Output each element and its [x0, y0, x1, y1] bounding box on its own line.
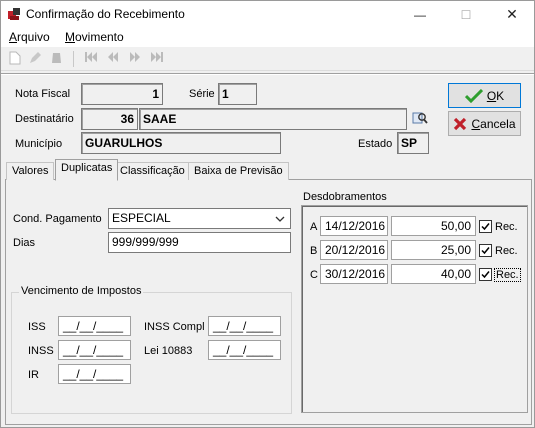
- rec-checkbox[interactable]: [479, 244, 492, 257]
- nota-fiscal-label: Nota Fiscal: [15, 88, 71, 100]
- cond-pagamento-label: Cond. Pagamento: [13, 213, 102, 225]
- header-divider: [1, 73, 534, 75]
- menu-arquivo-accel: A: [9, 30, 18, 44]
- desdobramento-value-field[interactable]: 40,00: [391, 264, 476, 284]
- search-icon[interactable]: [412, 110, 428, 126]
- dias-field[interactable]: 999/999/999: [108, 232, 291, 253]
- rec-label: Rec.: [495, 245, 518, 257]
- cancel-x-icon: [454, 117, 467, 130]
- close-icon: ✕: [506, 6, 518, 22]
- close-button[interactable]: ✕: [489, 1, 535, 28]
- ok-button[interactable]: OK: [448, 83, 521, 108]
- rec-checkbox[interactable]: [479, 268, 492, 281]
- new-document-icon[interactable]: [7, 51, 23, 67]
- tab-valores[interactable]: Valores: [6, 162, 55, 180]
- estado-label: Estado: [358, 138, 393, 150]
- checkmark-icon: [481, 223, 490, 231]
- cond-pagamento-select[interactable]: ESPECIAL: [108, 208, 291, 229]
- desdobramento-date-field[interactable]: 30/12/2016: [320, 264, 388, 284]
- chevron-down-icon[interactable]: [273, 212, 287, 225]
- toolbar: [1, 47, 534, 71]
- serie-field[interactable]: 1: [218, 83, 257, 105]
- municipio-field[interactable]: GUARULHOS: [81, 132, 281, 154]
- lei-10883-date-field[interactable]: __/__/____: [208, 340, 281, 360]
- toolbar-separator: [73, 51, 74, 67]
- menu-movimento-accel: M: [65, 30, 75, 44]
- rec-label: Rec.: [494, 268, 521, 282]
- inss-compl-date-field[interactable]: __/__/____: [208, 316, 281, 336]
- tab-duplicatas[interactable]: Duplicatas: [55, 159, 119, 181]
- edit-icon[interactable]: [27, 51, 43, 67]
- ok-label: K: [496, 88, 505, 103]
- destinatario-code-field[interactable]: 36: [81, 108, 138, 130]
- menu-bar: Arquivo Movimento: [1, 28, 534, 47]
- ir-date-field[interactable]: __/__/____: [58, 364, 131, 384]
- cancel-accel: C: [471, 116, 481, 131]
- desdobramento-letter: A: [310, 221, 318, 233]
- next-record-icon[interactable]: [127, 51, 143, 67]
- check-icon: [464, 88, 483, 103]
- checkmark-icon: [481, 271, 490, 279]
- rec-label: Rec.: [495, 221, 518, 233]
- lei-10883-label: Lei 10883: [144, 345, 193, 357]
- dialog-window: Confirmação do Recebimento — ☐ ✕ Arquivo…: [0, 0, 535, 428]
- estado-field[interactable]: SP: [397, 132, 429, 154]
- nota-fiscal-field[interactable]: 1: [81, 83, 163, 105]
- desdobramento-letter: B: [310, 245, 318, 257]
- menu-movimento-label: ovimento: [75, 30, 124, 44]
- title-bar[interactable]: Confirmação do Recebimento — ☐ ✕: [1, 1, 534, 28]
- serie-label: Série: [189, 88, 215, 100]
- app-icon: [8, 8, 20, 20]
- checkmark-icon: [481, 247, 490, 255]
- inss-label: INSS: [28, 345, 54, 357]
- tab-baixa-de-previsao[interactable]: Baixa de Previsão: [188, 162, 289, 180]
- vencimento-title: Vencimento de Impostos: [19, 285, 144, 297]
- destinatario-label: Destinatário: [15, 113, 74, 125]
- inss-compl-label: INSS Compl: [144, 321, 205, 333]
- iss-date-field[interactable]: __/__/____: [58, 316, 131, 336]
- municipio-label: Município: [15, 138, 63, 150]
- maximize-button[interactable]: ☐: [443, 1, 489, 28]
- destinatario-name-field[interactable]: SAAE: [139, 108, 407, 130]
- desdobramento-value-field[interactable]: 25,00: [391, 240, 476, 260]
- minimize-button[interactable]: —: [397, 1, 443, 28]
- rec-checkbox[interactable]: [479, 220, 492, 233]
- last-record-icon[interactable]: [149, 51, 165, 67]
- cancel-label: ancela: [480, 116, 516, 131]
- desdobramento-date-field[interactable]: 14/12/2016: [320, 216, 388, 236]
- iss-label: ISS: [28, 321, 46, 333]
- ok-accel: O: [486, 88, 497, 103]
- cancel-button[interactable]: Cancela: [448, 111, 521, 136]
- desdobramento-date-field[interactable]: 20/12/2016: [320, 240, 388, 260]
- desdobramento-letter: C: [310, 269, 318, 281]
- window-title: Confirmação do Recebimento: [26, 7, 185, 21]
- previous-record-icon[interactable]: [105, 51, 121, 67]
- maximize-icon: ☐: [460, 7, 472, 22]
- desdobramento-value-field[interactable]: 50,00: [391, 216, 476, 236]
- menu-movimento[interactable]: Movimento: [65, 30, 124, 44]
- menu-arquivo[interactable]: Arquivo: [9, 30, 50, 44]
- desdobramentos-panel: [301, 205, 528, 413]
- delete-icon[interactable]: [49, 51, 65, 67]
- inss-date-field[interactable]: __/__/____: [58, 340, 131, 360]
- cond-pagamento-value: ESPECIAL: [112, 211, 171, 225]
- tab-classificacao[interactable]: Classificação: [114, 162, 191, 180]
- dias-label: Dias: [13, 237, 36, 249]
- desdobramentos-title: Desdobramentos: [303, 191, 387, 203]
- menu-arquivo-label: rquivo: [17, 30, 50, 44]
- minimize-icon: —: [414, 7, 426, 22]
- first-record-icon[interactable]: [83, 51, 99, 67]
- ir-label: IR: [28, 369, 39, 381]
